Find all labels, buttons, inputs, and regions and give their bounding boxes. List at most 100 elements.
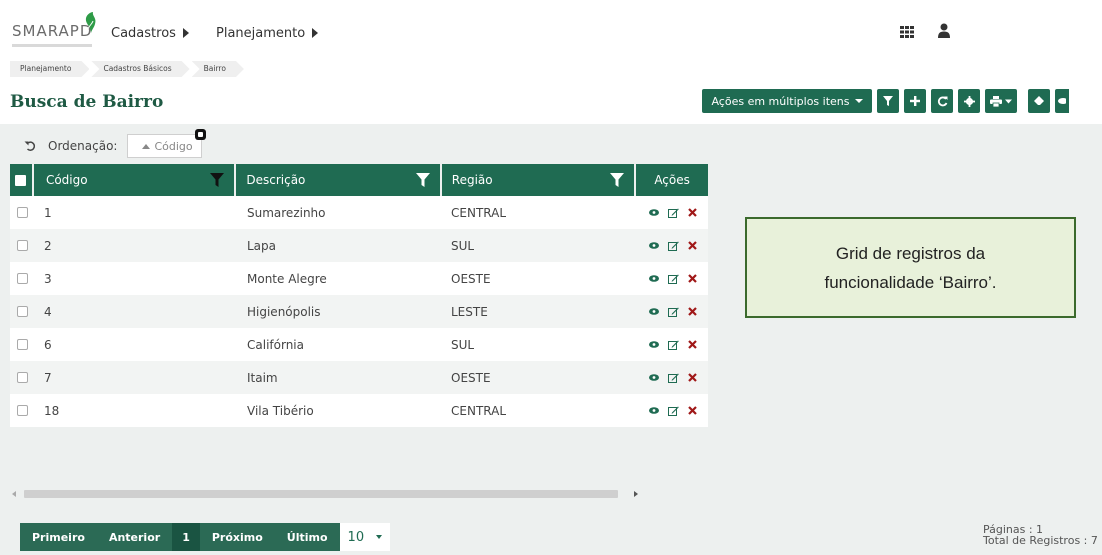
select-all-checkbox[interactable]: [10, 164, 32, 196]
cell-codigo: 7: [44, 370, 52, 385]
row-actions: [638, 208, 708, 218]
delete-icon[interactable]: [688, 208, 697, 217]
annotation-callout: Grid de registros da funcionalidade ‘Bai…: [745, 217, 1076, 318]
row-actions: [638, 274, 708, 284]
bulk-actions-label: Ações em múltiplos itens: [711, 94, 850, 108]
edit-icon[interactable]: [668, 274, 679, 284]
settings-button[interactable]: [958, 89, 980, 113]
breadcrumb-item-planejamento[interactable]: Planejamento: [10, 61, 89, 77]
delete-icon[interactable]: [688, 406, 697, 415]
delete-icon[interactable]: [688, 373, 697, 382]
annotation-line-2: funcionalidade ‘Bairro’.: [824, 272, 997, 292]
row-checkbox[interactable]: [16, 306, 28, 317]
cell-descricao: Itaim: [247, 370, 278, 385]
column-header-label: Código: [45, 173, 88, 187]
delete-icon[interactable]: [688, 274, 697, 283]
pagination-info: Páginas : 1 Total de Registros : 7: [983, 524, 1098, 546]
add-button[interactable]: [904, 89, 926, 113]
cell-regiao: CENTRAL: [451, 205, 507, 220]
horizontal-scrollbar[interactable]: [10, 488, 708, 500]
row-actions: [638, 340, 708, 350]
scroll-right-icon[interactable]: [634, 491, 638, 497]
logo-underline: [12, 44, 92, 47]
cell-regiao: LESTE: [451, 304, 488, 319]
eye-icon[interactable]: [649, 242, 659, 249]
edit-icon[interactable]: [668, 406, 679, 416]
column-header-codigo[interactable]: Código: [33, 164, 235, 196]
row-checkbox[interactable]: [16, 273, 28, 284]
sort-bar: Ordenação: Código: [10, 129, 206, 160]
row-checkbox[interactable]: [16, 372, 28, 383]
breadcrumb-item-cadastros-basicos[interactable]: Cadastros Básicos: [91, 61, 189, 77]
row-actions: [638, 406, 708, 416]
column-header-descricao[interactable]: Descrição: [236, 164, 440, 196]
cell-descricao: Lapa: [247, 238, 277, 253]
cell-codigo: 3: [44, 271, 52, 286]
cell-codigo: 1: [44, 205, 52, 220]
eye-icon: [1058, 98, 1066, 104]
filter-icon[interactable]: [610, 173, 625, 187]
page-size-select[interactable]: 10: [339, 523, 391, 551]
records-grid: Código Descrição Região Ações 1 Sumarezi…: [10, 164, 708, 427]
row-checkbox[interactable]: [16, 339, 28, 350]
edit-icon[interactable]: [668, 241, 679, 251]
menu-planejamento[interactable]: Planejamento: [216, 26, 319, 41]
row-checkbox[interactable]: [16, 405, 28, 416]
cell-descricao: Monte Alegre: [247, 271, 327, 286]
filter-icon[interactable]: [415, 173, 430, 187]
refresh-button[interactable]: [931, 89, 953, 113]
cell-codigo: 18: [44, 403, 60, 418]
apps-grid-icon[interactable]: [900, 26, 914, 38]
column-header-regiao[interactable]: Região: [441, 164, 635, 196]
total-records: Total de Registros : 7: [983, 534, 1098, 547]
filter-icon: [883, 96, 893, 106]
eye-icon[interactable]: [649, 209, 659, 216]
scrollbar-thumb[interactable]: [24, 490, 618, 498]
first-page-button[interactable]: Primeiro: [20, 523, 97, 551]
eye-icon[interactable]: [649, 374, 659, 381]
scroll-left-icon[interactable]: [12, 491, 16, 497]
next-page-button[interactable]: Próximo: [199, 523, 275, 551]
delete-icon[interactable]: [688, 307, 697, 316]
row-checkbox[interactable]: [16, 207, 28, 218]
eye-icon[interactable]: [649, 275, 659, 282]
current-page-button[interactable]: 1: [172, 523, 200, 551]
row-checkbox[interactable]: [16, 240, 28, 251]
remove-sort-icon[interactable]: [194, 129, 206, 140]
sort-chip-label: Código: [154, 139, 193, 153]
eye-icon[interactable]: [649, 341, 659, 348]
table-row: 2 Lapa SUL: [10, 229, 708, 262]
sort-chip-codigo[interactable]: Código: [127, 129, 206, 158]
edit-icon[interactable]: [668, 307, 679, 317]
eye-icon[interactable]: [649, 407, 659, 414]
gear-icon: [963, 95, 975, 107]
eraser-icon: [1034, 96, 1044, 105]
edit-icon[interactable]: [668, 208, 679, 218]
undo-icon[interactable]: [24, 140, 36, 152]
last-page-button[interactable]: Último: [274, 523, 340, 551]
user-icon[interactable]: [938, 23, 950, 38]
edit-icon[interactable]: [668, 373, 679, 383]
table-row: 7 Itaim OESTE: [10, 361, 708, 394]
menu-cadastros[interactable]: Cadastros: [111, 26, 189, 41]
filter-button[interactable]: [877, 89, 899, 113]
edit-icon[interactable]: [668, 340, 679, 350]
caret-down-icon: [1005, 99, 1012, 103]
eye-icon[interactable]: [649, 308, 659, 315]
delete-icon[interactable]: [688, 241, 697, 250]
filter-icon[interactable]: [210, 173, 225, 187]
grid-header: Código Descrição Região Ações: [10, 164, 708, 196]
cell-descricao: Califórnia: [247, 337, 304, 352]
breadcrumb-item-bairro[interactable]: Bairro: [192, 61, 244, 77]
print-button[interactable]: [985, 89, 1017, 113]
table-row: 6 Califórnia SUL: [10, 328, 708, 361]
clear-button[interactable]: [1028, 89, 1050, 113]
caret-right-icon: [312, 28, 319, 38]
view-button[interactable]: [1055, 89, 1069, 113]
bulk-actions-button[interactable]: Ações em múltiplos itens: [702, 89, 872, 113]
previous-page-button[interactable]: Anterior: [96, 523, 173, 551]
row-actions: [638, 373, 708, 383]
toolbar: Ações em múltiplos itens: [702, 89, 1069, 113]
cell-descricao: Higienópolis: [247, 304, 321, 319]
delete-icon[interactable]: [688, 340, 697, 349]
